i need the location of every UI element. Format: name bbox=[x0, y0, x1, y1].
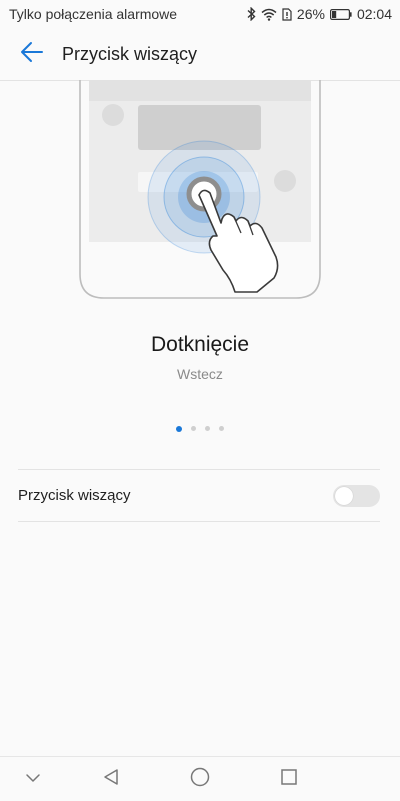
battery-icon bbox=[329, 8, 352, 20]
divider-bottom bbox=[18, 521, 380, 522]
toggle-knob bbox=[335, 486, 353, 505]
wifi-icon bbox=[261, 8, 277, 21]
setting-label: Przycisk wiszący bbox=[18, 487, 131, 504]
back-triangle-icon bbox=[102, 768, 120, 791]
page-dot-1[interactable] bbox=[176, 425, 182, 432]
status-icons: 26% 02:04 bbox=[247, 6, 400, 22]
recents-square-icon bbox=[280, 768, 298, 791]
hide-nav-button[interactable] bbox=[20, 766, 46, 792]
page-dot-3[interactable] bbox=[205, 426, 210, 431]
floating-button-setting-row[interactable]: Przycisk wiszący bbox=[18, 470, 380, 521]
nav-back-button[interactable] bbox=[98, 766, 124, 792]
battery-percent: 26% bbox=[296, 6, 325, 22]
carrier-text: Tylko połączenia alarmowe bbox=[9, 6, 178, 22]
status-bar: Tylko połączenia alarmowe 26% 02:04 bbox=[0, 0, 400, 28]
nav-recents-button[interactable] bbox=[276, 766, 302, 792]
page-dot-2[interactable] bbox=[191, 426, 196, 431]
page-indicator bbox=[0, 425, 400, 432]
app-header: Przycisk wiszący bbox=[0, 28, 400, 81]
back-button[interactable] bbox=[12, 34, 52, 74]
bluetooth-icon bbox=[247, 7, 256, 21]
gesture-illustration bbox=[79, 80, 321, 300]
clock: 02:04 bbox=[356, 6, 392, 22]
page-dot-4[interactable] bbox=[219, 426, 224, 431]
nav-home-button[interactable] bbox=[187, 766, 213, 792]
navigation-bar bbox=[0, 756, 400, 801]
arrow-left-icon bbox=[20, 41, 44, 68]
floating-button-toggle[interactable] bbox=[333, 484, 380, 507]
sim-doc-icon bbox=[282, 7, 292, 21]
page-title: Przycisk wiszący bbox=[62, 43, 198, 64]
chevron-down-icon bbox=[25, 770, 41, 788]
home-circle-icon bbox=[190, 767, 210, 792]
gesture-title: Dotknięcie bbox=[150, 333, 250, 356]
gesture-subtitle: Wstecz bbox=[177, 366, 223, 382]
